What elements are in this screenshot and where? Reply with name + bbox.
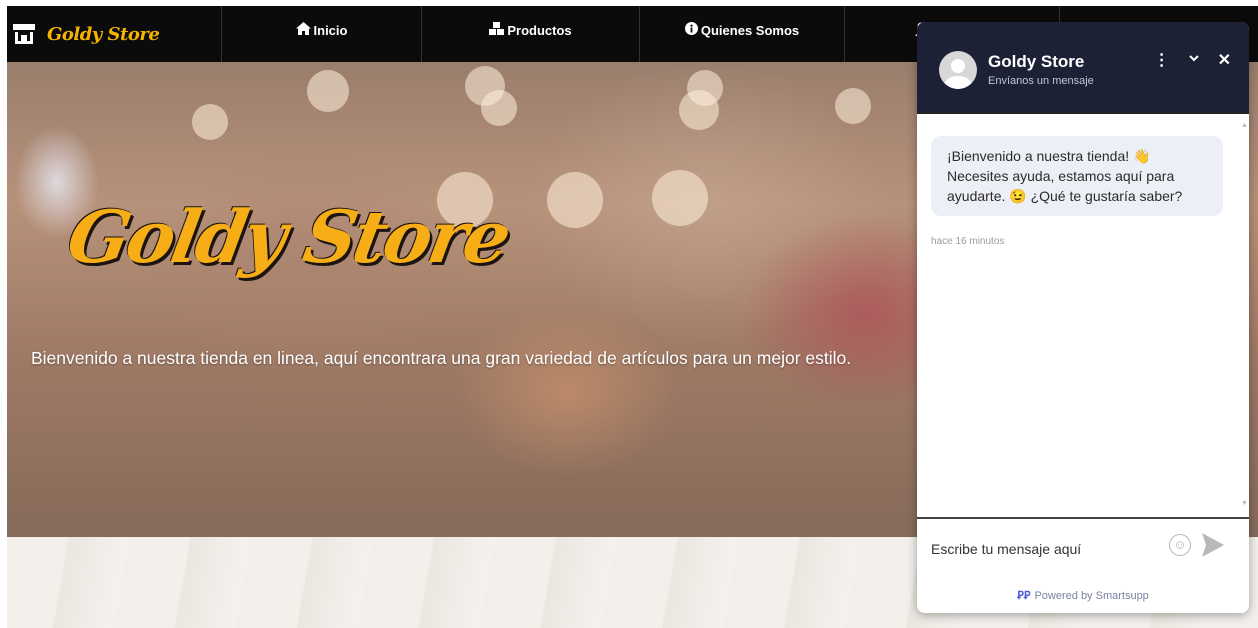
nav-item-label: Productos bbox=[507, 22, 572, 38]
close-icon[interactable]: ✕ bbox=[1218, 50, 1231, 71]
nav-item-inicio[interactable]: Inicio bbox=[222, 6, 422, 62]
brand[interactable]: Goldy Store bbox=[7, 6, 222, 62]
chat-widget: Goldy Store Envíanos un mensaje ⋮ ✕ ¡Bie… bbox=[917, 22, 1249, 613]
chat-composer: ☺ ꝐꝐPowered by Smartsupp bbox=[917, 517, 1249, 613]
chat-title: Goldy Store bbox=[988, 52, 1085, 71]
more-options-icon[interactable]: ⋮ bbox=[1154, 50, 1170, 71]
powered-by-label: Powered by Smartsupp bbox=[1034, 590, 1149, 602]
nav-item-productos[interactable]: Productos bbox=[422, 6, 640, 62]
scroll-up-icon[interactable]: ▲ bbox=[1241, 122, 1248, 129]
bokeh-light bbox=[835, 88, 871, 124]
hero-logo: Goldy Store bbox=[61, 194, 515, 279]
emoji-icon[interactable]: ☺ bbox=[1169, 534, 1191, 556]
message-input[interactable] bbox=[931, 537, 1161, 561]
powered-by[interactable]: ꝐꝐ Powered by Smartsupp bbox=[917, 589, 1249, 602]
bokeh-light bbox=[679, 90, 719, 130]
nav-item-label: Inicio bbox=[313, 22, 348, 38]
chat-actions: ⋮ ✕ bbox=[1154, 50, 1231, 71]
message-timestamp: hace 16 minutos bbox=[931, 236, 1005, 247]
cubes-icon bbox=[489, 22, 505, 38]
avatar bbox=[939, 51, 977, 89]
message-bubble: ¡Bienvenido a nuestra tienda! 👋 Necesite… bbox=[931, 136, 1223, 216]
hero-tagline: Bienvenido a nuestra tienda en linea, aq… bbox=[31, 348, 852, 368]
home-icon bbox=[295, 22, 311, 38]
bokeh-light bbox=[652, 170, 708, 226]
bokeh-light bbox=[547, 172, 603, 228]
smartsupp-logo-icon: ꝐꝐ bbox=[1017, 590, 1031, 602]
bokeh-light bbox=[192, 104, 228, 140]
nav-item-label: Quienes Somos bbox=[700, 22, 800, 38]
info-circle-icon bbox=[684, 22, 698, 38]
chat-header: Goldy Store Envíanos un mensaje ⋮ ✕ bbox=[917, 22, 1249, 114]
send-icon[interactable] bbox=[1202, 533, 1224, 557]
brand-name: Goldy Store bbox=[47, 23, 160, 45]
bokeh-light bbox=[481, 90, 517, 126]
chevron-down-icon[interactable] bbox=[1188, 50, 1200, 71]
scrollbar[interactable]: ▲ ▼ bbox=[1241, 122, 1248, 507]
nav-item-quienes-somos[interactable]: Quienes Somos bbox=[640, 6, 845, 62]
scroll-down-icon[interactable]: ▼ bbox=[1241, 500, 1248, 507]
store-icon bbox=[13, 24, 35, 44]
chat-messages[interactable]: ¡Bienvenido a nuestra tienda! 👋 Necesite… bbox=[917, 114, 1249, 517]
chat-subtitle: Envíanos un mensaje bbox=[988, 75, 1094, 87]
bokeh-light bbox=[307, 70, 349, 112]
